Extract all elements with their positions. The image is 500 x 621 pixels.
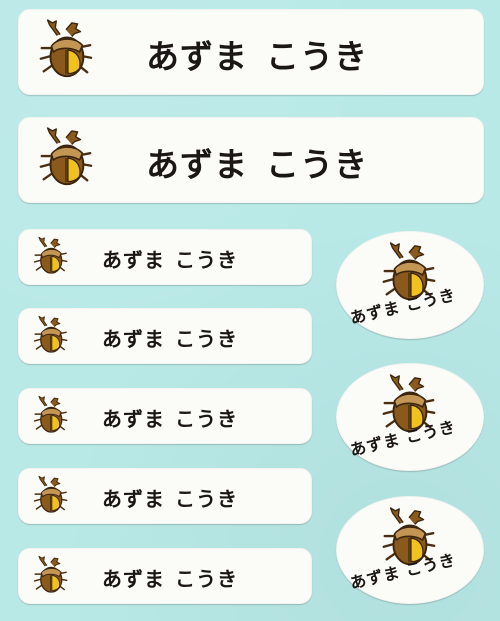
name-sticker-oval: あずまこうき	[336, 363, 484, 471]
name-text: あずまこうき	[102, 244, 238, 273]
name-sticker-small: あずま こうき	[18, 229, 312, 285]
family-name: あずま	[348, 562, 403, 593]
stag-beetle-icon	[30, 236, 70, 278]
family-name: あずま	[102, 567, 165, 591]
family-name: あずま	[348, 297, 403, 328]
name-sticker-small: あずま こうき	[18, 388, 312, 444]
name-sticker-large: あずま こうき	[18, 9, 484, 95]
given-name: こうき	[403, 284, 458, 315]
given-name: こうき	[403, 416, 458, 447]
stag-beetle-icon	[30, 395, 70, 437]
given-name: こうき	[175, 248, 238, 272]
family-name: あずま	[146, 37, 248, 76]
name-sticker-large: あずま こうき	[18, 117, 484, 203]
name-text: あずまこうき	[102, 323, 238, 352]
stag-beetle-icon	[34, 18, 96, 84]
given-name: こうき	[266, 37, 368, 76]
family-name: あずま	[146, 145, 248, 184]
name-text: あずまこうき	[146, 30, 368, 78]
name-sticker-small: あずま こうき	[18, 468, 312, 524]
name-sticker-oval: あずまこうき	[336, 496, 484, 604]
name-text: あずまこうき	[146, 138, 368, 186]
name-sticker-small: あずま こうき	[18, 548, 312, 604]
given-name: こうき	[175, 327, 238, 351]
given-name: こうき	[175, 567, 238, 591]
name-sticker-small: あずま こうき	[18, 308, 312, 364]
given-name: こうき	[175, 407, 238, 431]
name-text: あずまこうき	[102, 483, 238, 512]
name-text: あずまこうき	[102, 403, 238, 432]
stag-beetle-icon	[30, 555, 70, 597]
family-name: あずま	[102, 248, 165, 272]
family-name: あずま	[102, 407, 165, 431]
name-sticker-oval: あずまこうき	[336, 231, 484, 339]
sticker-sheet: あずま こうき あずま こうき あずま こうき あずま こうき あずま こうき あずま こう…	[0, 0, 500, 621]
given-name: こうき	[266, 145, 368, 184]
family-name: あずま	[102, 327, 165, 351]
stag-beetle-icon	[30, 315, 70, 357]
given-name: こうき	[175, 487, 238, 511]
stag-beetle-icon	[30, 475, 70, 517]
given-name: こうき	[403, 549, 458, 580]
name-text: あずまこうき	[102, 563, 238, 592]
family-name: あずま	[102, 487, 165, 511]
family-name: あずま	[348, 429, 403, 460]
stag-beetle-icon	[34, 126, 96, 192]
